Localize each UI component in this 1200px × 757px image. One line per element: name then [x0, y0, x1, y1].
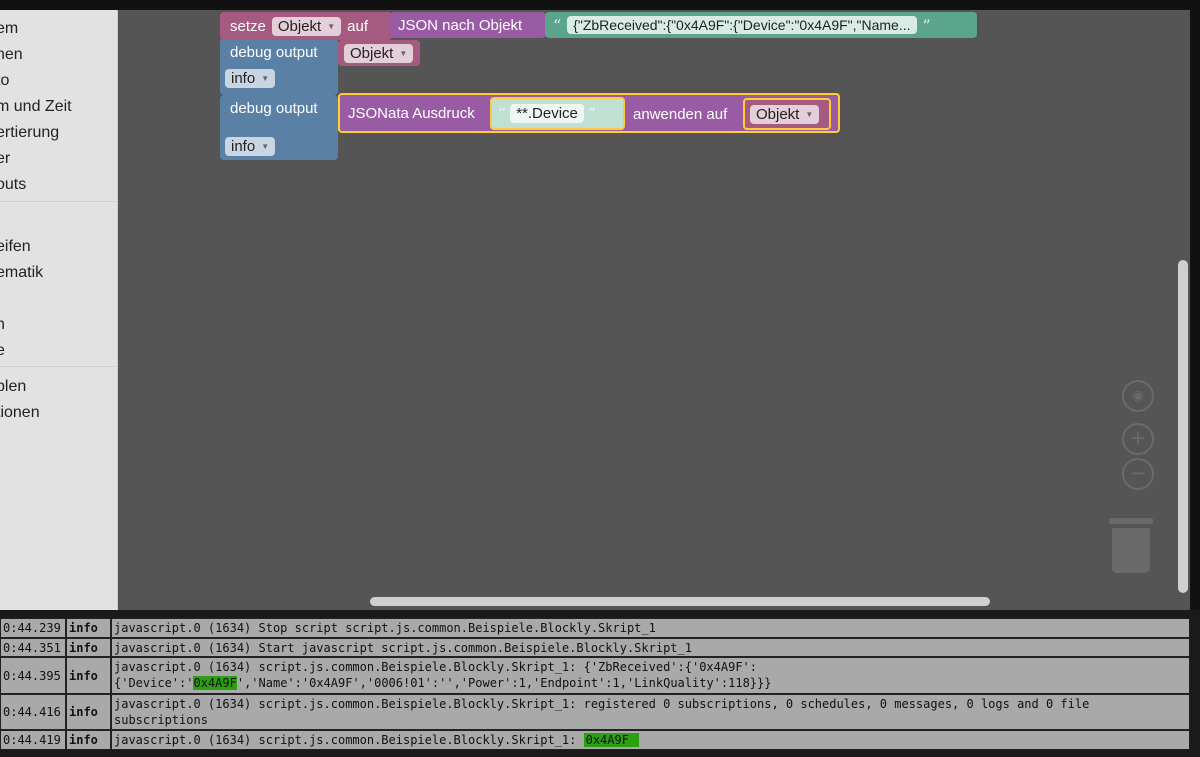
text-field[interactable]: **.Device [510, 104, 584, 123]
toolbox-category[interactable]: outs [0, 176, 26, 194]
search-highlight: 0x4A9F [583, 733, 639, 747]
to-label: auf [347, 17, 368, 35]
toolbox-category[interactable]: eifen [0, 238, 31, 256]
debug-output-label: debug output [230, 100, 318, 117]
log-time: 0:44.419 [0, 730, 66, 750]
log-message: javascript.0 (1634) Stop script script.j… [111, 618, 1190, 638]
log-level: info [66, 618, 111, 638]
caret-down-icon: ▼ [261, 74, 270, 83]
right-edge [1190, 10, 1200, 610]
jsonata-label: JSONata Ausdruck [348, 104, 475, 122]
log-message: javascript.0 (1634) script.js.common.Bei… [111, 657, 1190, 694]
log-row: 0:44.419 info javascript.0 (1634) script… [0, 730, 1190, 750]
log-level-dropdown[interactable]: info ▼ [225, 137, 276, 156]
set-variable-block[interactable]: setze Objekt ▼ auf [220, 12, 392, 40]
text-block[interactable]: “ {"ZbReceived":{"0x4A9F":{"Device":"0x4… [545, 12, 977, 38]
log-level-value: info [231, 138, 256, 155]
zoom-in-icon[interactable]: + [1122, 423, 1154, 455]
log-level: info [66, 657, 111, 694]
text-block[interactable]: “ **.Device ” [490, 97, 625, 130]
debug-output-block[interactable]: debug output info ▼ [220, 95, 338, 160]
variable-block[interactable]: Objekt ▼ [743, 98, 831, 130]
toolbox-category[interactable]: to [0, 72, 9, 90]
quote-close-icon: ” [587, 104, 597, 123]
log-row: 0:44.416 info javascript.0 (1634) script… [0, 694, 1190, 730]
log-level: info [66, 638, 111, 657]
apply-label: anwenden auf [633, 105, 728, 123]
variable-dropdown[interactable]: Objekt ▼ [271, 16, 342, 36]
toolbox-divider [0, 201, 118, 202]
quote-open-icon: “ [553, 15, 562, 35]
toolbox-category[interactable]: blen [0, 378, 26, 396]
debug-output-block[interactable]: debug output info ▼ [220, 38, 338, 95]
log-level: info [66, 730, 111, 750]
toolbox-category[interactable]: nen [0, 46, 23, 64]
log-panel: 0:44.239 info javascript.0 (1634) Stop s… [0, 612, 1200, 757]
log-message: javascript.0 (1634) script.js.common.Bei… [111, 694, 1190, 730]
set-label: setze [230, 17, 266, 35]
log-time: 0:44.239 [0, 618, 66, 638]
log-time: 0:44.416 [0, 694, 66, 730]
log-message-part: ','Name':'0x4A9F','0006!01':'','Power':1… [236, 676, 772, 690]
quote-close-icon: ” [922, 15, 931, 35]
text-field[interactable]: {"ZbReceived":{"0x4A9F":{"Device":"0x4A9… [567, 16, 917, 34]
log-level: info [66, 694, 111, 730]
toolbox-category[interactable]: ertierung [0, 124, 59, 142]
toolbox-category[interactable]: er [0, 150, 10, 168]
toolbox-divider [0, 366, 118, 367]
log-message-part: {'Device':' [114, 676, 194, 690]
toolbox-category[interactable]: tionen [0, 404, 40, 422]
variable-dropdown[interactable]: Objekt ▼ [750, 104, 820, 124]
toolbox-category[interactable]: e [0, 342, 5, 360]
log-message-line: javascript.0 (1634) script.js.common.Bei… [114, 660, 757, 674]
toolbox-category[interactable]: m und Zeit [0, 98, 72, 116]
toolbox-category[interactable]: n [0, 316, 5, 334]
log-row: 0:44.239 info javascript.0 (1634) Stop s… [0, 618, 1190, 638]
log-message: javascript.0 (1634) script.js.common.Bei… [111, 730, 1190, 750]
caret-down-icon: ▼ [327, 21, 336, 31]
log-row: 0:44.351 info javascript.0 (1634) Start … [0, 638, 1190, 657]
json-to-object-label: JSON nach Objekt [398, 16, 523, 34]
variable-name: Objekt [350, 44, 394, 62]
variable-block[interactable]: Objekt ▼ [338, 40, 420, 66]
caret-down-icon: ▼ [399, 48, 408, 58]
recenter-icon[interactable]: ◉ [1122, 380, 1154, 412]
log-time: 0:44.351 [0, 638, 66, 657]
variable-dropdown[interactable]: Objekt ▼ [344, 43, 414, 63]
log-time: 0:44.395 [0, 657, 66, 694]
log-message: javascript.0 (1634) Start javascript scr… [111, 638, 1190, 657]
zoom-out-icon[interactable]: − [1122, 458, 1154, 490]
toolbox-sidebar: em nen to m und Zeit ertierung er outs e… [0, 10, 118, 610]
log-level-value: info [231, 70, 256, 87]
quote-open-icon: “ [498, 104, 507, 123]
caret-down-icon: ▼ [261, 142, 270, 151]
search-highlight: 0x4A9F [193, 676, 237, 690]
toolbox-category[interactable]: ematik [0, 264, 43, 282]
horizontal-scrollbar[interactable] [370, 597, 990, 606]
caret-down-icon: ▼ [805, 109, 814, 119]
vertical-scrollbar[interactable] [1178, 260, 1188, 593]
debug-output-label: debug output [230, 44, 318, 61]
trash-icon[interactable] [1112, 528, 1150, 573]
variable-name: Objekt [756, 105, 800, 123]
top-bar [0, 0, 1200, 10]
log-row: 0:44.395 info javascript.0 (1634) script… [0, 657, 1190, 694]
trash-lid-icon[interactable] [1109, 518, 1153, 524]
log-message-part: javascript.0 (1634) script.js.common.Bei… [114, 733, 584, 747]
json-to-object-block[interactable]: JSON nach Objekt [390, 12, 546, 38]
toolbox-category[interactable]: em [0, 20, 18, 38]
variable-name: Objekt [277, 17, 322, 35]
log-level-dropdown[interactable]: info ▼ [225, 69, 276, 88]
